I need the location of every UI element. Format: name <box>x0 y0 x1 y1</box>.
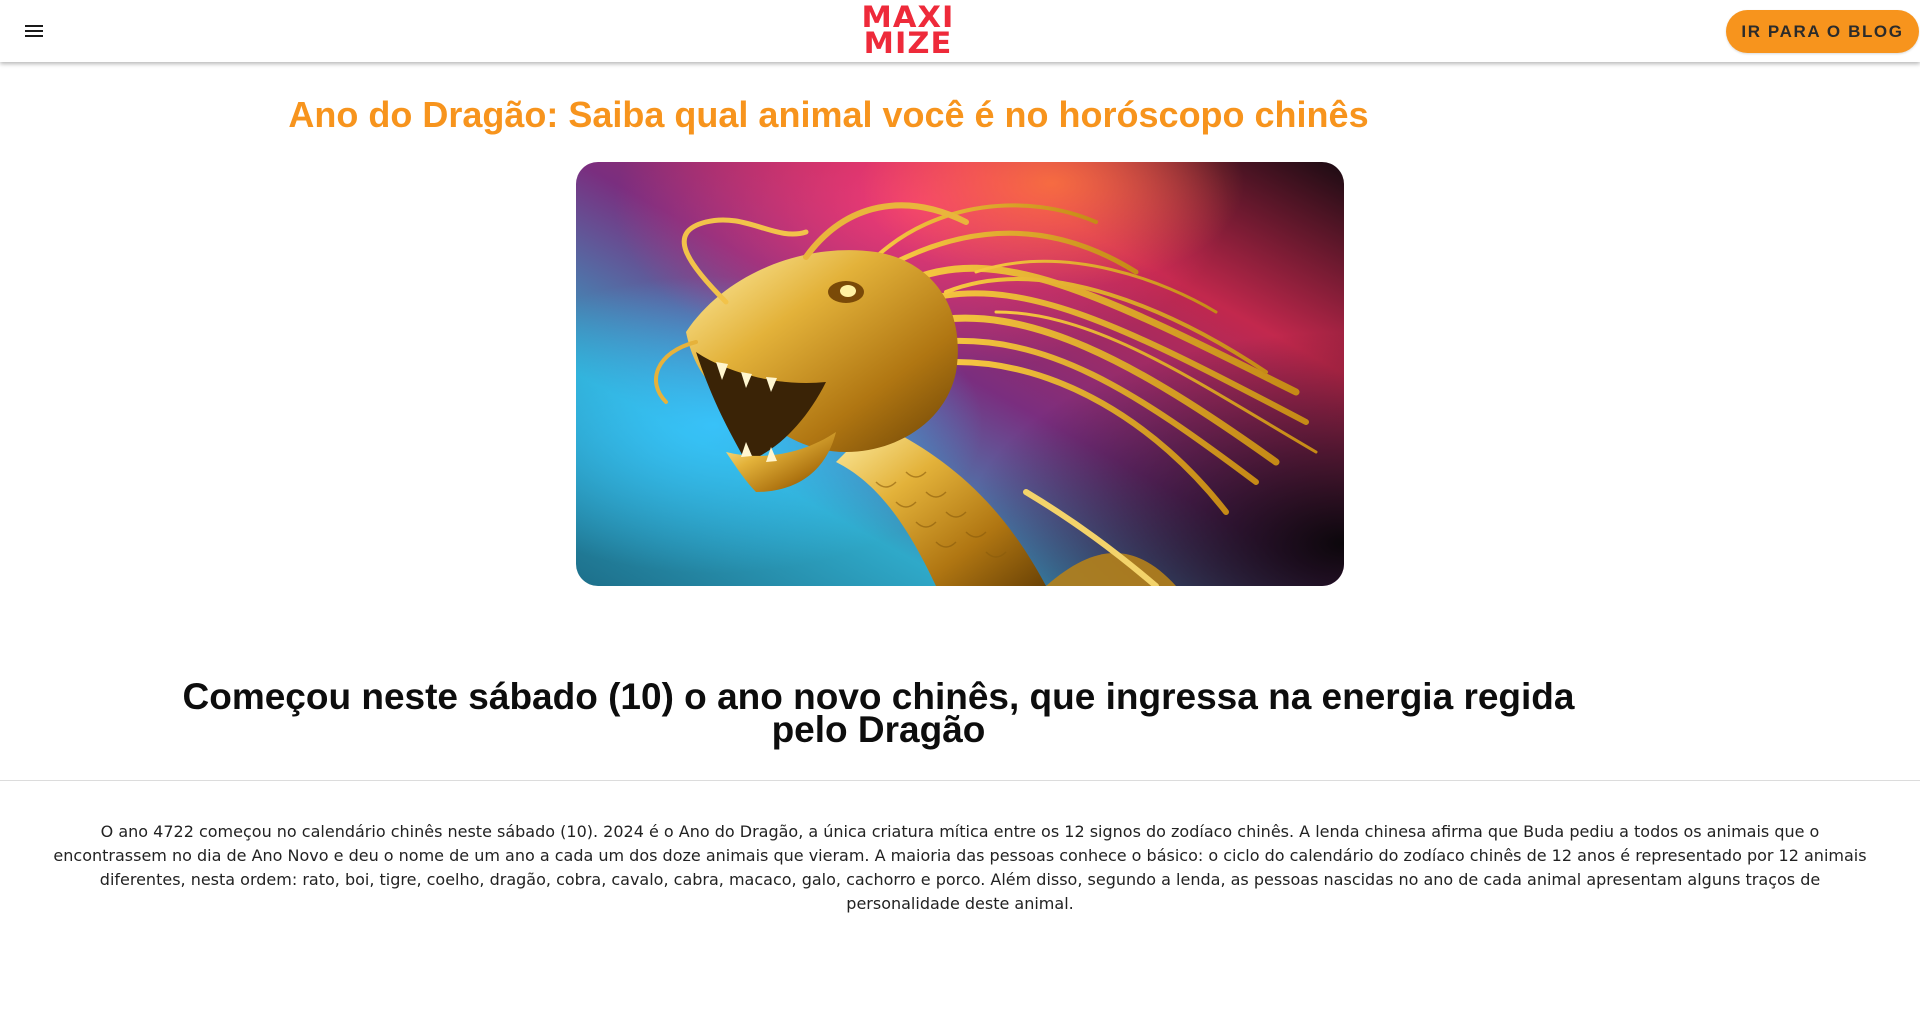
article-title: Ano do Dragão: Saiba qual animal você é … <box>288 94 1369 135</box>
article-subtitle: Começou neste sábado (10) o ano novo chi… <box>182 676 1575 750</box>
article-body-paragraph: O ano 4722 começou no calendário chinês … <box>53 822 1867 913</box>
golden-dragon-head-image <box>576 162 1344 586</box>
go-to-blog-button[interactable]: IR PARA O BLOG <box>1726 10 1919 53</box>
maximize-logo[interactable]: MAXI MIZE <box>843 3 973 58</box>
section-divider <box>0 780 1920 781</box>
hamburger-menu-icon[interactable] <box>20 17 48 45</box>
top-navigation-bar: MAXI MIZE IR PARA O BLOG <box>0 0 1920 62</box>
